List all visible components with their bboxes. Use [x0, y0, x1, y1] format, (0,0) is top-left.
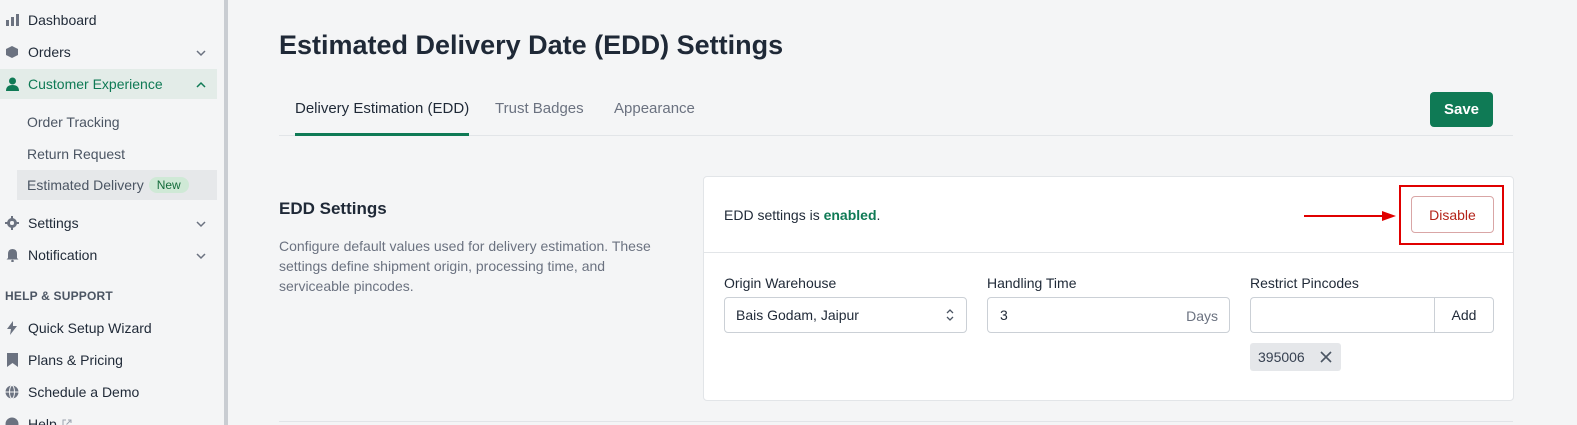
bar-chart-icon — [5, 13, 19, 27]
sidebar: Dashboard Orders Customer Experience Ord… — [0, 0, 224, 425]
tab-trust-badges[interactable]: Trust Badges — [495, 100, 584, 136]
sidebar-item-quick-setup[interactable]: Quick Setup Wizard — [0, 313, 217, 343]
sidebar-subitem-estimated-delivery[interactable]: Estimated Delivery New — [17, 170, 217, 200]
tab-delivery-estimation[interactable]: Delivery Estimation (EDD) — [295, 100, 470, 136]
save-button[interactable]: Save — [1430, 92, 1493, 127]
gear-icon — [5, 216, 19, 230]
sidebar-item-label: Help — [28, 416, 57, 425]
sidebar-item-label: Quick Setup Wizard — [28, 320, 152, 336]
origin-warehouse-label: Origin Warehouse — [724, 275, 837, 291]
close-icon[interactable] — [1319, 350, 1333, 367]
restrict-pincodes-label: Restrict Pincodes — [1250, 275, 1359, 291]
edd-settings-description: Configure default values used for delive… — [279, 238, 651, 294]
sidebar-item-label: Notification — [28, 247, 98, 263]
handling-time-input[interactable]: 3 Days — [987, 297, 1230, 333]
lightning-icon — [5, 321, 19, 335]
help-circle-icon — [5, 417, 19, 425]
tab-bar: Delivery Estimation (EDD) Trust Badges A… — [279, 90, 1513, 136]
sidebar-item-orders[interactable]: Orders — [0, 37, 217, 67]
days-suffix: Days — [1186, 308, 1218, 324]
new-badge: New — [148, 177, 189, 193]
sidebar-item-label: Customer Experience — [28, 76, 163, 92]
origin-warehouse-select[interactable]: Bais Godam, Jaipur — [724, 297, 967, 333]
bell-icon — [5, 248, 19, 262]
chevron-down-icon — [195, 249, 207, 261]
sidebar-item-label: Orders — [28, 44, 71, 60]
external-link-icon — [62, 416, 72, 425]
bookmark-icon — [5, 353, 19, 367]
pincode-chip: 395006 — [1250, 343, 1341, 371]
globe-icon — [5, 385, 19, 399]
updown-caret-icon — [946, 308, 954, 325]
user-icon — [5, 77, 19, 91]
sidebar-item-notification[interactable]: Notification — [0, 240, 217, 270]
pincode-input[interactable] — [1250, 297, 1435, 333]
sidebar-item-label: Dashboard — [28, 12, 97, 28]
status-text: EDD settings is enabled. — [724, 207, 881, 223]
tab-appearance[interactable]: Appearance — [614, 100, 695, 136]
sidebar-item-schedule-demo[interactable]: Schedule a Demo — [0, 377, 217, 407]
add-pincode-button[interactable]: Add — [1434, 297, 1494, 333]
edd-settings-title: EDD Settings — [279, 199, 387, 218]
sidebar-item-settings[interactable]: Settings — [0, 208, 217, 238]
section-divider — [279, 421, 1513, 422]
help-support-heading: HELP & SUPPORT — [5, 289, 113, 303]
sidebar-scrollbar[interactable] — [224, 0, 228, 425]
sidebar-item-customer-experience[interactable]: Customer Experience — [0, 69, 217, 99]
red-arrow-icon — [1304, 209, 1396, 227]
sidebar-subitem-order-tracking[interactable]: Order Tracking — [17, 107, 217, 137]
sidebar-item-help[interactable]: Help — [0, 409, 217, 425]
chevron-up-icon — [195, 78, 207, 90]
sidebar-item-label: Plans & Pricing — [28, 352, 123, 368]
edd-settings-card: EDD settings is enabled. Disable Origin … — [703, 176, 1514, 401]
sidebar-item-plans[interactable]: Plans & Pricing — [0, 345, 217, 375]
chevron-down-icon — [195, 46, 207, 58]
status-badge: enabled — [823, 207, 877, 223]
sidebar-item-label: Settings — [28, 215, 79, 231]
sidebar-item-dashboard[interactable]: Dashboard — [0, 5, 217, 35]
disable-button[interactable]: Disable — [1411, 196, 1494, 233]
sidebar-subitem-return-request[interactable]: Return Request — [17, 139, 217, 169]
handling-time-label: Handling Time — [987, 275, 1077, 291]
page-title: Estimated Delivery Date (EDD) Settings — [279, 30, 784, 60]
box-icon — [5, 45, 19, 59]
sidebar-item-label: Schedule a Demo — [28, 384, 140, 400]
status-row: EDD settings is enabled. Disable — [704, 177, 1513, 253]
chevron-down-icon — [195, 217, 207, 229]
